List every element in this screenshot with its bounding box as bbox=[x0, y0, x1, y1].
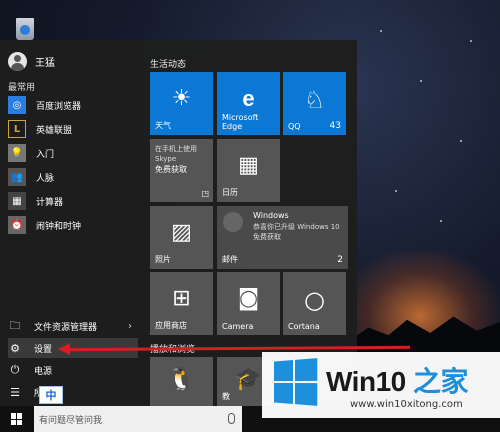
watermark-title-suffix: 之家 bbox=[405, 366, 469, 397]
annotation-arrow-head bbox=[58, 343, 70, 355]
watermark: Win10 之家 www.win10xitong.com bbox=[262, 352, 500, 418]
app-label: 入门 bbox=[36, 149, 55, 160]
power-item[interactable]: ⏻ 电源 bbox=[8, 360, 138, 380]
app-item-baidu-browser[interactable]: ◎ 百度浏览器 bbox=[8, 94, 136, 116]
app-label: 百度浏览器 bbox=[36, 101, 82, 112]
settings-label: 设置 bbox=[34, 344, 53, 355]
group-title-life: 生活动态 bbox=[150, 60, 187, 70]
windows-line2: 免费获取 bbox=[253, 233, 281, 241]
skype-text: 在手机上使用 Skype bbox=[155, 145, 197, 163]
microphone-icon[interactable] bbox=[228, 413, 235, 424]
watermark-title-prefix: Win10 bbox=[326, 366, 406, 397]
photo-icon: ▨ bbox=[171, 220, 192, 245]
app-item-league-of-legends[interactable]: L 英雄联盟 bbox=[8, 118, 136, 140]
app-item-get-started[interactable]: 💡 入门 bbox=[8, 142, 136, 164]
tile-label: 邮件 bbox=[222, 255, 238, 264]
app-item-calculator[interactable]: ▦ 计算器 bbox=[8, 190, 136, 212]
file-explorer-label: 文件资源管理器 bbox=[34, 322, 98, 333]
start-button[interactable] bbox=[0, 406, 34, 432]
tile-cortana[interactable]: ○ Cortana bbox=[283, 272, 346, 335]
star bbox=[420, 80, 422, 82]
watermark-url: www.win10xitong.com bbox=[350, 399, 463, 410]
tile-skype[interactable]: 在手机上使用 Skype 免费获取 ◳ bbox=[150, 139, 213, 202]
app-item-people[interactable]: 👥 人脉 bbox=[8, 166, 136, 188]
file-explorer-item[interactable]: 🗀 文件资源管理器 › bbox=[8, 316, 138, 336]
search-box[interactable]: 有问题尽管问我 bbox=[34, 406, 242, 432]
tile-store[interactable]: ⊞ 应用商店 bbox=[150, 272, 213, 335]
tile-label: Camera bbox=[222, 322, 254, 331]
power-label: 电源 bbox=[34, 366, 53, 377]
people-icon: 👥 bbox=[8, 168, 26, 186]
qq-penguin-icon: ♘ bbox=[303, 86, 326, 114]
windows-title: Windows bbox=[253, 211, 289, 220]
tile-photos[interactable]: ▨ 照片 bbox=[150, 206, 213, 269]
penguin-icon: 🐧 bbox=[167, 367, 196, 392]
tile-edge[interactable]: e Microsoft Edge bbox=[217, 72, 280, 135]
folder-icon: 🗀 bbox=[9, 318, 21, 332]
tile-label: QQ bbox=[288, 122, 301, 131]
star bbox=[470, 40, 472, 42]
windows-logo-icon bbox=[11, 413, 23, 425]
alarm-clock-icon: ⏰ bbox=[8, 216, 26, 234]
sun-icon: ☀ bbox=[171, 86, 192, 111]
star bbox=[395, 190, 397, 192]
app-label: 英雄联盟 bbox=[36, 125, 73, 136]
store-bag-icon: ⊞ bbox=[172, 286, 191, 311]
recycle-bin-icon[interactable] bbox=[10, 14, 40, 42]
tile-label: Cortana bbox=[288, 322, 320, 331]
most-used-label: 最常用 bbox=[8, 83, 36, 93]
gear-icon: ⚙ bbox=[10, 341, 20, 355]
user-name: 王猛 bbox=[35, 57, 55, 69]
windows-logo-icon bbox=[274, 358, 318, 406]
mail-badge: 2 bbox=[337, 255, 343, 265]
tile-qq[interactable]: ♘ QQ 43 bbox=[283, 72, 346, 135]
all-apps-item[interactable]: ☰ 所有 bbox=[8, 382, 138, 402]
tile-calendar[interactable]: ▦ 日历 bbox=[217, 139, 280, 202]
star bbox=[460, 140, 462, 142]
ime-indicator[interactable]: 中 bbox=[39, 386, 63, 404]
star bbox=[380, 30, 382, 32]
tile-label: Microsoft Edge bbox=[222, 113, 259, 131]
tile-label: 天气 bbox=[155, 121, 171, 130]
chevron-right-icon[interactable]: › bbox=[128, 321, 132, 332]
person-icon bbox=[223, 212, 243, 232]
cortana-ring-icon: ○ bbox=[304, 286, 325, 314]
power-icon: ⏻ bbox=[10, 363, 20, 376]
calendar-icon: ▦ bbox=[238, 153, 259, 178]
search-placeholder: 有问题尽管问我 bbox=[39, 415, 103, 426]
tile-label: 日历 bbox=[222, 188, 238, 197]
tile-weather[interactable]: ☀ 天气 bbox=[150, 72, 213, 135]
app-label: 计算器 bbox=[36, 197, 64, 208]
calculator-icon: ▦ bbox=[8, 192, 26, 210]
get-started-icon: 💡 bbox=[8, 144, 26, 162]
tile-mail[interactable]: Windows 恭喜你已升级 Windows 10 免费获取 邮件 2 bbox=[217, 206, 348, 269]
baidu-browser-icon: ◎ bbox=[8, 96, 26, 114]
star bbox=[440, 220, 442, 222]
avatar bbox=[8, 51, 27, 71]
list-icon: ☰ bbox=[10, 385, 20, 399]
tile-camera[interactable]: ◙ Camera bbox=[217, 272, 280, 335]
tile-label: 照片 bbox=[155, 255, 171, 264]
tile-qq-game[interactable]: 🐧 bbox=[150, 357, 213, 406]
user-account[interactable]: 王猛 bbox=[8, 51, 55, 71]
qq-badge: 43 bbox=[329, 121, 341, 131]
camera-icon: ◙ bbox=[237, 286, 260, 311]
tile-label: 应用商店 bbox=[155, 321, 187, 330]
windows-line1: 恭喜你已升级 Windows 10 bbox=[253, 223, 340, 231]
app-label: 闹钟和时钟 bbox=[36, 221, 82, 232]
app-label: 人脉 bbox=[36, 173, 55, 184]
watermark-title: Win10 之家 bbox=[326, 360, 469, 400]
skype-icon: ◳ bbox=[201, 189, 209, 198]
tile-label: 教 bbox=[222, 392, 230, 401]
edge-icon: e bbox=[242, 86, 255, 111]
app-item-alarms-clock[interactable]: ⏰ 闹钟和时钟 bbox=[8, 214, 136, 236]
league-of-legends-icon: L bbox=[8, 120, 26, 138]
skype-subtext: 免费获取 bbox=[155, 165, 187, 174]
